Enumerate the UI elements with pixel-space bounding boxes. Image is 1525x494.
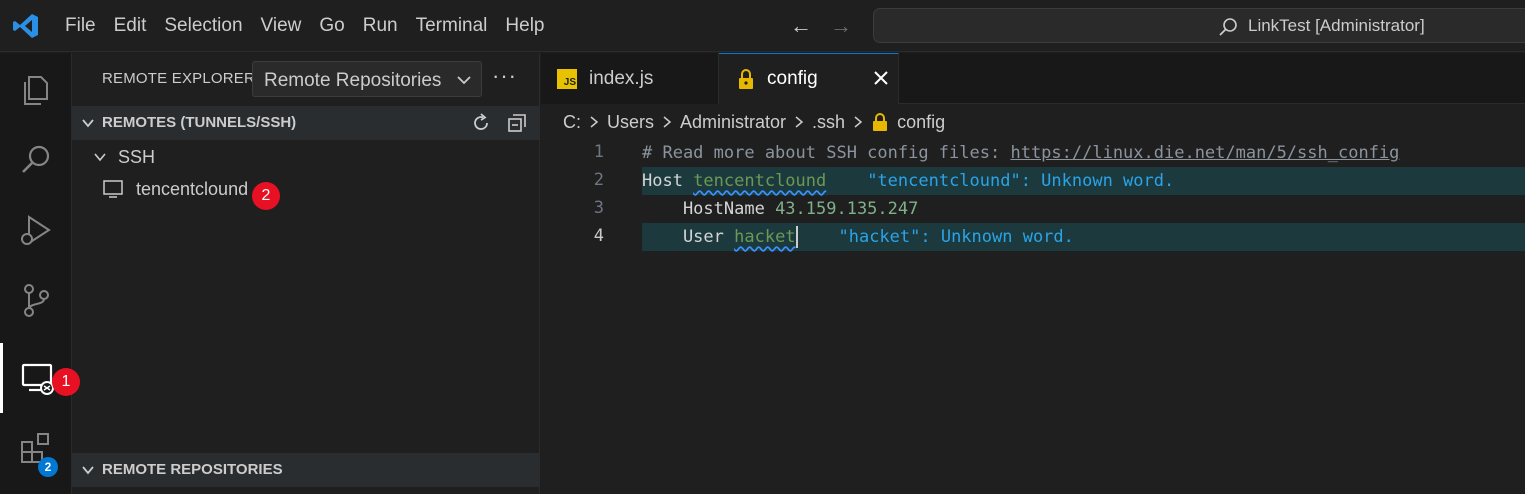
breadcrumb: C: Users Administrator .ssh config — [541, 105, 1525, 139]
editor-tabs: JS index.js config — [541, 53, 1525, 104]
collapse-all-icon[interactable] — [506, 112, 528, 134]
activity-run-debug[interactable] — [0, 195, 72, 265]
code-keyword: HostName — [642, 199, 776, 219]
activity-source-control[interactable] — [0, 265, 72, 335]
code-line: Host tencentclound "tencentclound": Unkn… — [642, 167, 1525, 195]
remote-type-dropdown-value: Remote Repositories — [264, 70, 442, 91]
menu-bar: File Edit Selection View Go Run Terminal… — [56, 0, 554, 52]
tree-item-ssh[interactable]: SSH — [92, 144, 155, 170]
more-actions-icon[interactable]: ··· — [492, 63, 517, 89]
code-editor[interactable]: 1 2 3 4 # Read more about SSH config fil… — [541, 139, 1525, 494]
chevron-right-icon — [590, 116, 599, 128]
menu-edit[interactable]: Edit — [105, 0, 156, 52]
inline-diagnostic: "tencentclound": Unknown word. — [826, 171, 1175, 191]
menu-view[interactable]: View — [252, 0, 311, 52]
run-debug-icon — [21, 215, 51, 245]
code-line: # Read more about SSH config files: http… — [642, 139, 1525, 167]
activity-search[interactable] — [0, 125, 72, 195]
source-control-icon — [24, 284, 49, 317]
lock-icon — [739, 69, 753, 89]
command-center-label: LinkTest [Administrator] — [1248, 16, 1425, 35]
lock-icon — [873, 113, 888, 131]
tree-item-ssh-label: SSH — [118, 146, 156, 167]
code-value: 43.159.135.247 — [775, 199, 919, 219]
menu-selection[interactable]: Selection — [155, 0, 251, 52]
activity-explorer[interactable] — [0, 55, 72, 125]
code-keyword: Host — [642, 171, 694, 191]
line-number: 2 — [593, 170, 604, 190]
menu-go[interactable]: Go — [310, 0, 353, 52]
close-icon[interactable] — [869, 66, 893, 90]
breadcrumb-item[interactable]: C: — [563, 112, 581, 133]
section-repositories-header[interactable]: REMOTE REPOSITORIES — [72, 453, 540, 487]
chevron-down-icon — [457, 76, 471, 85]
refresh-icon[interactable] — [470, 112, 492, 134]
tab-label: config — [767, 68, 818, 89]
line-number: 1 — [593, 142, 604, 162]
callout-marker-2: 2 — [252, 182, 280, 210]
chevron-down-icon — [82, 466, 94, 475]
monitor-icon — [103, 180, 123, 198]
menu-file[interactable]: File — [56, 0, 105, 52]
code-line: HostName 43.159.135.247 — [642, 195, 1525, 223]
breadcrumb-item[interactable]: .ssh — [812, 112, 845, 133]
files-icon — [24, 76, 48, 105]
activity-bar: 2 — [0, 53, 72, 494]
sidebar-remote-explorer: REMOTE EXPLORER Remote Repositories ··· … — [72, 53, 540, 494]
activity-extensions[interactable]: 2 — [0, 413, 72, 483]
line-number-gutter: 1 2 3 4 — [541, 139, 642, 494]
breadcrumb-item[interactable]: Administrator — [680, 112, 786, 133]
inline-diagnostic: "hacket": Unknown word. — [797, 227, 1074, 247]
chevron-right-icon — [795, 116, 804, 128]
code-line: User hacket "hacket": Unknown word. — [642, 223, 1525, 251]
menu-terminal[interactable]: Terminal — [407, 0, 497, 52]
chevron-right-icon — [663, 116, 672, 128]
section-remotes-title: REMOTES (TUNNELS/SSH) — [102, 114, 297, 131]
chevron-down-icon — [94, 153, 106, 162]
tab-label: index.js — [589, 67, 654, 89]
remote-explorer-icon — [21, 363, 54, 395]
callout-marker-1: 1 — [52, 368, 80, 396]
back-arrow-icon[interactable]: ← — [790, 13, 812, 39]
forward-arrow-icon[interactable]: → — [830, 13, 852, 39]
chevron-down-icon — [82, 119, 94, 128]
tab-index-js[interactable]: JS index.js — [541, 53, 719, 104]
search-icon — [1219, 18, 1237, 36]
section-remotes-header[interactable]: REMOTES (TUNNELS/SSH) — [72, 106, 540, 140]
title-bar: File Edit Selection View Go Run Terminal… — [0, 0, 1525, 52]
menu-run[interactable]: Run — [354, 0, 407, 52]
code-comment: # Read more about SSH config files: — [642, 143, 1011, 163]
extensions-badge: 2 — [38, 457, 58, 477]
sidebar-title: REMOTE EXPLORER — [102, 70, 256, 87]
code-lines: # Read more about SSH config files: http… — [642, 139, 1525, 494]
chevron-right-icon — [854, 116, 863, 128]
tab-config[interactable]: config — [719, 53, 899, 104]
code-link[interactable]: https://linux.die.net/man/5/ssh_config — [1010, 143, 1399, 163]
code-value: hacket — [734, 227, 796, 247]
menu-help[interactable]: Help — [496, 0, 553, 52]
tree-item-host-label: tencentclound — [136, 178, 249, 199]
line-number: 3 — [593, 198, 604, 218]
section-actions — [470, 112, 528, 134]
breadcrumb-item[interactable]: Users — [607, 112, 654, 133]
tree-item-host[interactable]: tencentclound — [102, 175, 248, 203]
search-icon — [22, 145, 50, 173]
javascript-file-icon: JS — [557, 68, 577, 89]
code-keyword: User — [642, 227, 735, 247]
vscode-logo-icon[interactable] — [12, 12, 40, 40]
section-repositories-title: REMOTE REPOSITORIES — [102, 461, 283, 478]
code-value: tencentclound — [693, 171, 827, 191]
command-center-search[interactable]: LinkTest [Administrator] — [873, 8, 1525, 43]
breadcrumb-item[interactable]: config — [897, 112, 945, 133]
remote-type-dropdown[interactable]: Remote Repositories — [252, 61, 482, 97]
line-number: 4 — [593, 226, 604, 246]
